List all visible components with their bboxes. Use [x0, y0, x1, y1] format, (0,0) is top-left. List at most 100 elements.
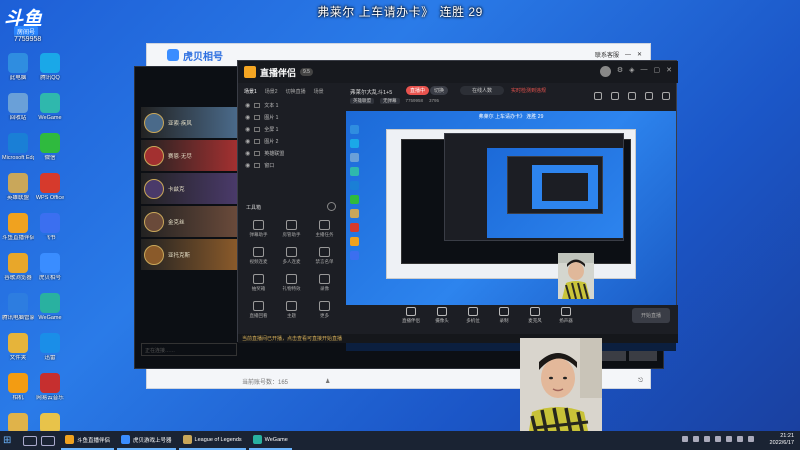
champion-row[interactable]: 亚索·疾风: [141, 107, 237, 138]
toolbox-more-icon[interactable]: [327, 202, 336, 211]
settings-icon[interactable]: ⚙: [617, 66, 623, 77]
taskbar-app[interactable]: 斗鱼直播伴侣: [61, 432, 115, 450]
control-button[interactable]: 直播伴侣: [401, 305, 421, 324]
tool-button[interactable]: 主题: [275, 301, 308, 319]
tray-icon[interactable]: [704, 436, 710, 442]
source-layer[interactable]: ◉ 英雄联盟: [242, 147, 337, 159]
game-chat-input[interactable]: 正在连接……: [141, 343, 237, 356]
tray-icon[interactable]: [682, 436, 688, 442]
tool-button[interactable]: 礼物特效: [275, 274, 308, 292]
source-layer[interactable]: ◉ 图片 2: [242, 135, 337, 147]
tool-button[interactable]: 视频连麦: [242, 247, 275, 265]
source-layer[interactable]: ◉ 窗口: [242, 159, 337, 171]
eye-icon[interactable]: ◉: [245, 162, 250, 169]
switch-button[interactable]: 切换: [430, 86, 449, 95]
search-icon[interactable]: [23, 435, 37, 446]
source-layer[interactable]: ◉ 图片 1: [242, 111, 337, 123]
control-button[interactable]: 多机位: [463, 305, 483, 324]
minimize-icon[interactable]: —: [641, 66, 648, 77]
desktop-icon[interactable]: 飞书: [34, 213, 66, 241]
tool-button[interactable]: 弹幕助手: [242, 220, 275, 238]
source-layer[interactable]: ◉ 文本 1: [242, 99, 337, 111]
desktop-icon[interactable]: 迅雷: [34, 333, 66, 361]
tray-icon[interactable]: [693, 436, 699, 442]
eye-icon[interactable]: ◉: [245, 102, 250, 109]
network-icon[interactable]: [748, 436, 754, 442]
champion-row[interactable]: 赛恩·无尽: [141, 140, 237, 171]
eye-icon[interactable]: ◉: [245, 126, 250, 133]
lock-icon[interactable]: [254, 102, 261, 108]
tab-switch-live[interactable]: 切换直播: [286, 88, 306, 95]
tab-scene-1[interactable]: 场景1: [244, 88, 257, 95]
contact-service-link[interactable]: 联系客服: [595, 50, 619, 59]
desktop-icon[interactable]: Microsoft Edge: [2, 133, 34, 161]
minimize-icon[interactable]: —: [625, 52, 631, 58]
danmaku-pill[interactable]: 无弹幕: [380, 98, 400, 104]
desktop-icon[interactable]: 文件夹: [2, 333, 34, 361]
tray-icon[interactable]: [726, 436, 732, 442]
tool-button[interactable]: 抽奖箱: [242, 274, 275, 292]
close-icon[interactable]: ✕: [637, 51, 642, 58]
desktop-icon[interactable]: 腾讯电脑管家: [2, 293, 34, 321]
source-layer[interactable]: ◉ 全屏 1: [242, 123, 337, 135]
control-button[interactable]: 扬声器: [556, 305, 576, 324]
taskbar-app[interactable]: League of Legends: [178, 432, 246, 450]
maximize-icon[interactable]: ▢: [654, 66, 661, 77]
lock-icon[interactable]: [254, 114, 261, 120]
lock-icon[interactable]: [254, 162, 261, 168]
gift-icon[interactable]: [594, 92, 602, 100]
system-clock[interactable]: 21:21 2022/6/17: [770, 433, 794, 447]
control-button[interactable]: 摄像头: [432, 305, 452, 324]
lock-icon[interactable]: [254, 150, 261, 156]
lock-icon[interactable]: [254, 138, 261, 144]
tray-icon[interactable]: [715, 436, 721, 442]
lock-icon[interactable]: [254, 126, 261, 132]
live-assistant-window[interactable]: 直播伴侣 9.5 ⚙ ◈ — ▢ ✕ 场景1 场景2 切换直播 场景 ◉ 文本 1…: [237, 60, 678, 351]
task-view-icon[interactable]: [41, 435, 55, 446]
screen-icon[interactable]: [628, 92, 636, 100]
champion-row[interactable]: 金克丝: [141, 206, 237, 237]
control-button[interactable]: 麦克风: [525, 305, 545, 324]
start-live-button[interactable]: 开始直播: [631, 308, 670, 323]
exit-icon[interactable]: ⎋: [638, 378, 643, 385]
desktop-icon[interactable]: 微信: [34, 133, 66, 161]
eye-icon[interactable]: ◉: [245, 114, 250, 121]
champion-row[interactable]: 卡兹克: [141, 173, 237, 204]
tool-button[interactable]: 录像: [308, 274, 341, 292]
desktop-icon[interactable]: WPS Office: [34, 173, 66, 201]
eye-icon[interactable]: ◉: [245, 150, 250, 157]
desktop-icon[interactable]: 谷歌浏览器: [2, 253, 34, 281]
tool-button[interactable]: 禁言名单: [308, 247, 341, 265]
tool-button[interactable]: 更多: [308, 301, 341, 319]
desktop-icon[interactable]: 网易云音乐: [34, 373, 66, 401]
tool-button[interactable]: 主播任务: [308, 220, 341, 238]
category-pill[interactable]: 英雄联盟: [350, 98, 374, 104]
desktop-icon[interactable]: 此电脑: [2, 53, 34, 81]
desktop-icon[interactable]: 英雄联盟: [2, 173, 34, 201]
fullscreen-icon[interactable]: [645, 92, 653, 100]
tool-button[interactable]: 房管助手: [275, 220, 308, 238]
avatar[interactable]: [599, 66, 611, 77]
desktop-icon[interactable]: 回收站: [2, 93, 34, 121]
desktop-icon[interactable]: 斗鱼直播伴侣: [2, 213, 34, 241]
desktop-icon[interactable]: 虎贝相号: [34, 253, 66, 281]
volume-icon[interactable]: [737, 436, 743, 442]
room-name-field[interactable]: 在线人数: [460, 86, 505, 95]
stream-name[interactable]: 弗莱尔大乱斗1+5: [350, 88, 392, 96]
desktop-icon[interactable]: WeGame: [34, 293, 66, 321]
lock-icon[interactable]: [611, 92, 619, 100]
windows-start-icon[interactable]: ⊞: [3, 435, 19, 446]
tab-scene[interactable]: 场景: [314, 88, 324, 95]
champion-row[interactable]: 亚托克斯: [141, 239, 237, 270]
taskbar-app[interactable]: WeGame: [248, 432, 292, 450]
share-icon[interactable]: [662, 92, 670, 100]
tool-button[interactable]: 直播回看: [242, 301, 275, 319]
control-button[interactable]: 录制: [494, 305, 514, 324]
tool-button[interactable]: 多人连麦: [275, 247, 308, 265]
eye-icon[interactable]: ◉: [245, 138, 250, 145]
tab-scene-2[interactable]: 场景2: [265, 88, 278, 95]
desktop-icon[interactable]: 腾讯QQ: [34, 53, 66, 81]
desktop-icon[interactable]: 相机: [2, 373, 34, 401]
taskbar-app[interactable]: 虎贝游戏上号器: [117, 432, 176, 450]
close-icon[interactable]: ✕: [666, 66, 672, 77]
